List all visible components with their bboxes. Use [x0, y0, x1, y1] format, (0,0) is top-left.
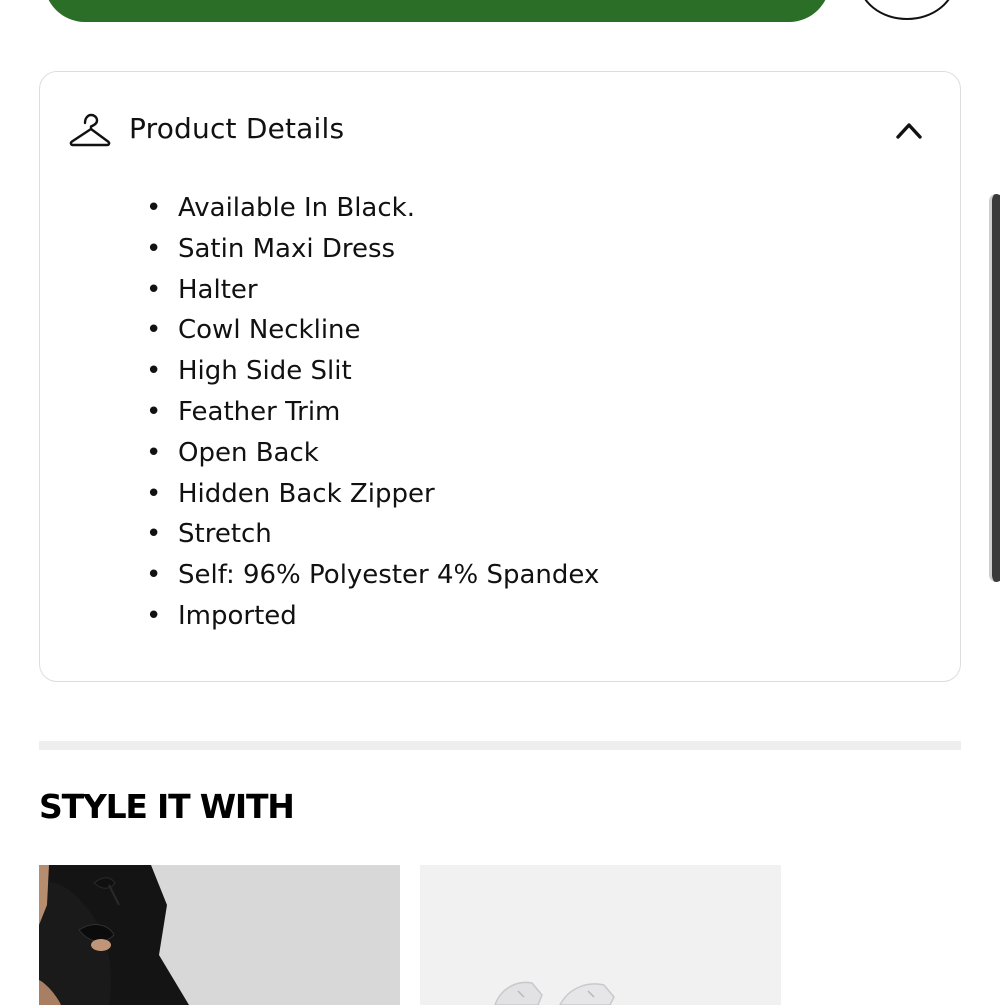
- list-item-text: Hidden Back Zipper: [178, 478, 435, 509]
- chevron-up-icon[interactable]: [894, 117, 924, 143]
- list-item-text: Halter: [178, 274, 258, 305]
- list-item: • Hidden Back Zipper: [146, 478, 435, 509]
- list-item: • Cowl Neckline: [146, 315, 361, 346]
- list-item-text: Self: 96% Polyester 4% Spandex: [178, 560, 600, 591]
- list-item: • Self: 96% Polyester 4% Spandex: [146, 560, 600, 591]
- section-divider: [39, 741, 961, 750]
- wishlist-button[interactable]: [858, 0, 956, 20]
- list-item: • Halter: [146, 274, 258, 305]
- list-item-text: Available In Black.: [178, 193, 415, 223]
- product-details-list: • Available In Black. • Satin Maxi Dress •…: [146, 188, 599, 637]
- list-item-text: Imported: [178, 600, 297, 631]
- list-item-text: High Side Slit: [178, 356, 352, 387]
- list-item-text: Cowl Neckline: [178, 315, 361, 346]
- add-to-bag-button[interactable]: [44, 0, 830, 22]
- list-item: • Available In Black.: [146, 193, 415, 223]
- list-item-text: Stretch: [178, 519, 272, 550]
- scroll-handle[interactable]: [989, 194, 1000, 582]
- product-details-accordion: Product Details • Available In Black. • Sa…: [39, 71, 961, 682]
- list-item: • Stretch: [146, 519, 272, 550]
- list-item-text: Open Back: [178, 437, 319, 468]
- list-item-text: Satin Maxi Dress: [178, 233, 396, 264]
- product-image: [420, 865, 781, 1005]
- style-product-card[interactable]: [420, 865, 781, 1005]
- style-product-card[interactable]: [39, 865, 400, 1005]
- product-details-header[interactable]: Product Details: [40, 72, 960, 188]
- list-item: • Feather Trim: [146, 396, 341, 427]
- list-item: • Imported: [146, 600, 297, 631]
- product-image: [39, 865, 400, 1005]
- hanger-icon: [69, 113, 111, 147]
- style-it-with-title: STYLE IT WITH: [39, 787, 295, 826]
- product-details-title: Product Details: [129, 112, 345, 145]
- list-item: • Satin Maxi Dress: [146, 233, 396, 264]
- list-item-text: Feather Trim: [178, 396, 341, 427]
- list-item: • High Side Slit: [146, 356, 352, 387]
- list-item: • Open Back: [146, 437, 319, 468]
